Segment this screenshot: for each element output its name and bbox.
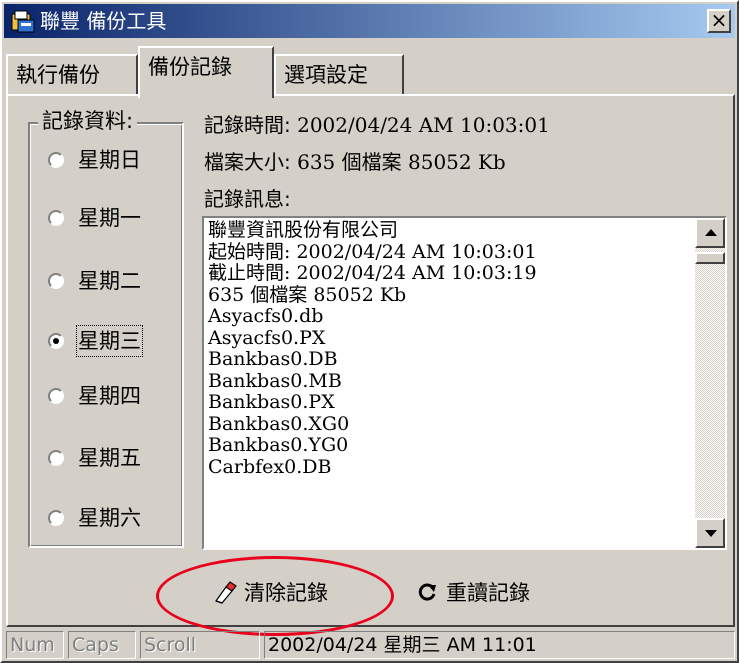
app-window: 聯豐 備份工具 × 執行備份 備份記錄 選項設定 記錄資料: 星期日 星期一 星… — [0, 0, 739, 663]
list-item: Bankbas0.DB — [208, 348, 338, 370]
status-datetime: 2002/04/24 星期三 AM 11:01 — [264, 631, 735, 659]
window-title: 聯豐 備份工具 — [40, 9, 167, 33]
scroll-thumb[interactable] — [695, 252, 725, 264]
file-size-label: 檔案大小: — [204, 150, 291, 174]
eraser-icon — [215, 581, 237, 604]
close-button[interactable]: × — [707, 9, 731, 33]
list-item: 635 個檔案 85052 Kb — [208, 283, 407, 306]
record-message-label: 記錄訊息: — [204, 187, 291, 211]
record-time-label: 記錄時間: — [204, 113, 291, 137]
tab-label: 選項設定 — [284, 63, 368, 87]
radio-label: 星期五 — [78, 446, 141, 470]
clear-records-label: 清除記錄 — [244, 581, 328, 605]
app-icon — [11, 10, 35, 33]
record-message-list[interactable]: 聯豐資訊股份有限公司 起始時間: 2002/04/24 AM 10:03:01 … — [202, 216, 727, 550]
list-item: Asyacfs0.PX — [208, 326, 326, 349]
message-lines: 聯豐資訊股份有限公司 起始時間: 2002/04/24 AM 10:03:01 … — [206, 219, 692, 478]
radio-label: 星期一 — [78, 206, 141, 230]
records-group-label: 記錄資料: — [38, 107, 138, 135]
radio-label: 星期日 — [78, 148, 141, 172]
tab-run-backup[interactable]: 執行備份 — [6, 54, 138, 96]
tab-backup-records[interactable]: 備份記錄 — [138, 46, 274, 98]
radio-label: 星期四 — [78, 384, 141, 408]
radio-label: 星期三 — [76, 325, 143, 357]
list-item: Bankbas0.XG0 — [208, 412, 350, 435]
radio-sunday[interactable]: 星期日 — [48, 145, 141, 175]
refresh-icon — [418, 583, 436, 601]
radio-button[interactable] — [48, 388, 64, 404]
list-item: 截止時間: 2002/04/24 AM 10:03:19 — [208, 262, 537, 284]
arrow-down-icon — [705, 530, 717, 537]
record-time-value: 2002/04/24 AM 10:03:01 — [297, 113, 550, 137]
list-item: Bankbas0.PX — [208, 391, 335, 413]
list-item: Asyacfs0.db — [208, 305, 324, 327]
tab-label: 執行備份 — [16, 63, 100, 87]
radio-friday[interactable]: 星期五 — [48, 443, 141, 473]
radio-label: 星期二 — [78, 269, 141, 293]
radio-thursday[interactable]: 星期四 — [48, 381, 141, 411]
radio-button[interactable] — [48, 152, 64, 168]
radio-dot — [53, 338, 59, 344]
list-item: 起始時間: 2002/04/24 AM 10:03:01 — [208, 240, 537, 263]
radio-button[interactable] — [48, 210, 64, 226]
file-size-value: 635 個檔案 85052 Kb — [297, 150, 506, 174]
vertical-scrollbar[interactable] — [695, 218, 725, 548]
close-icon: × — [710, 8, 728, 32]
radio-button[interactable] — [48, 450, 64, 466]
tab-options[interactable]: 選項設定 — [274, 54, 404, 96]
radio-monday[interactable]: 星期一 — [48, 203, 141, 233]
radio-tuesday[interactable]: 星期二 — [48, 266, 141, 296]
radio-button[interactable] — [48, 510, 64, 526]
arrow-up-icon — [705, 229, 717, 236]
status-num: Num — [6, 631, 64, 659]
tab-label: 備份記錄 — [148, 55, 232, 79]
reload-records-button[interactable]: 重讀記錄 — [414, 572, 530, 612]
record-message-row: 記錄訊息: — [204, 186, 291, 212]
file-size-row: 檔案大小: 635 個檔案 85052 Kb — [204, 149, 506, 175]
list-item: 聯豐資訊股份有限公司 — [208, 219, 399, 241]
list-item: Bankbas0.MB — [208, 369, 342, 392]
reload-records-label: 重讀記錄 — [446, 581, 530, 605]
scroll-down-button[interactable] — [695, 518, 725, 548]
radio-button-selected[interactable] — [48, 333, 64, 349]
status-bar: Num Caps Scroll 2002/04/24 星期三 AM 11:01 — [6, 629, 737, 661]
list-item: Bankbas0.YG0 — [208, 434, 349, 456]
record-time-row: 記錄時間: 2002/04/24 AM 10:03:01 — [204, 112, 550, 138]
radio-button[interactable] — [48, 273, 64, 289]
title-bar[interactable]: 聯豐 備份工具 × — [4, 4, 735, 38]
tab-strip: 執行備份 備份記錄 選項設定 — [2, 42, 737, 98]
radio-wednesday[interactable]: 星期三 — [48, 325, 143, 357]
radio-saturday[interactable]: 星期六 — [48, 503, 141, 533]
scroll-up-button[interactable] — [695, 218, 725, 248]
radio-label: 星期六 — [78, 506, 141, 530]
list-item: Carbfex0.DB — [208, 455, 332, 478]
status-scroll: Scroll — [140, 631, 260, 659]
clear-records-button[interactable]: 清除記錄 — [212, 572, 328, 612]
status-caps: Caps — [68, 631, 136, 659]
